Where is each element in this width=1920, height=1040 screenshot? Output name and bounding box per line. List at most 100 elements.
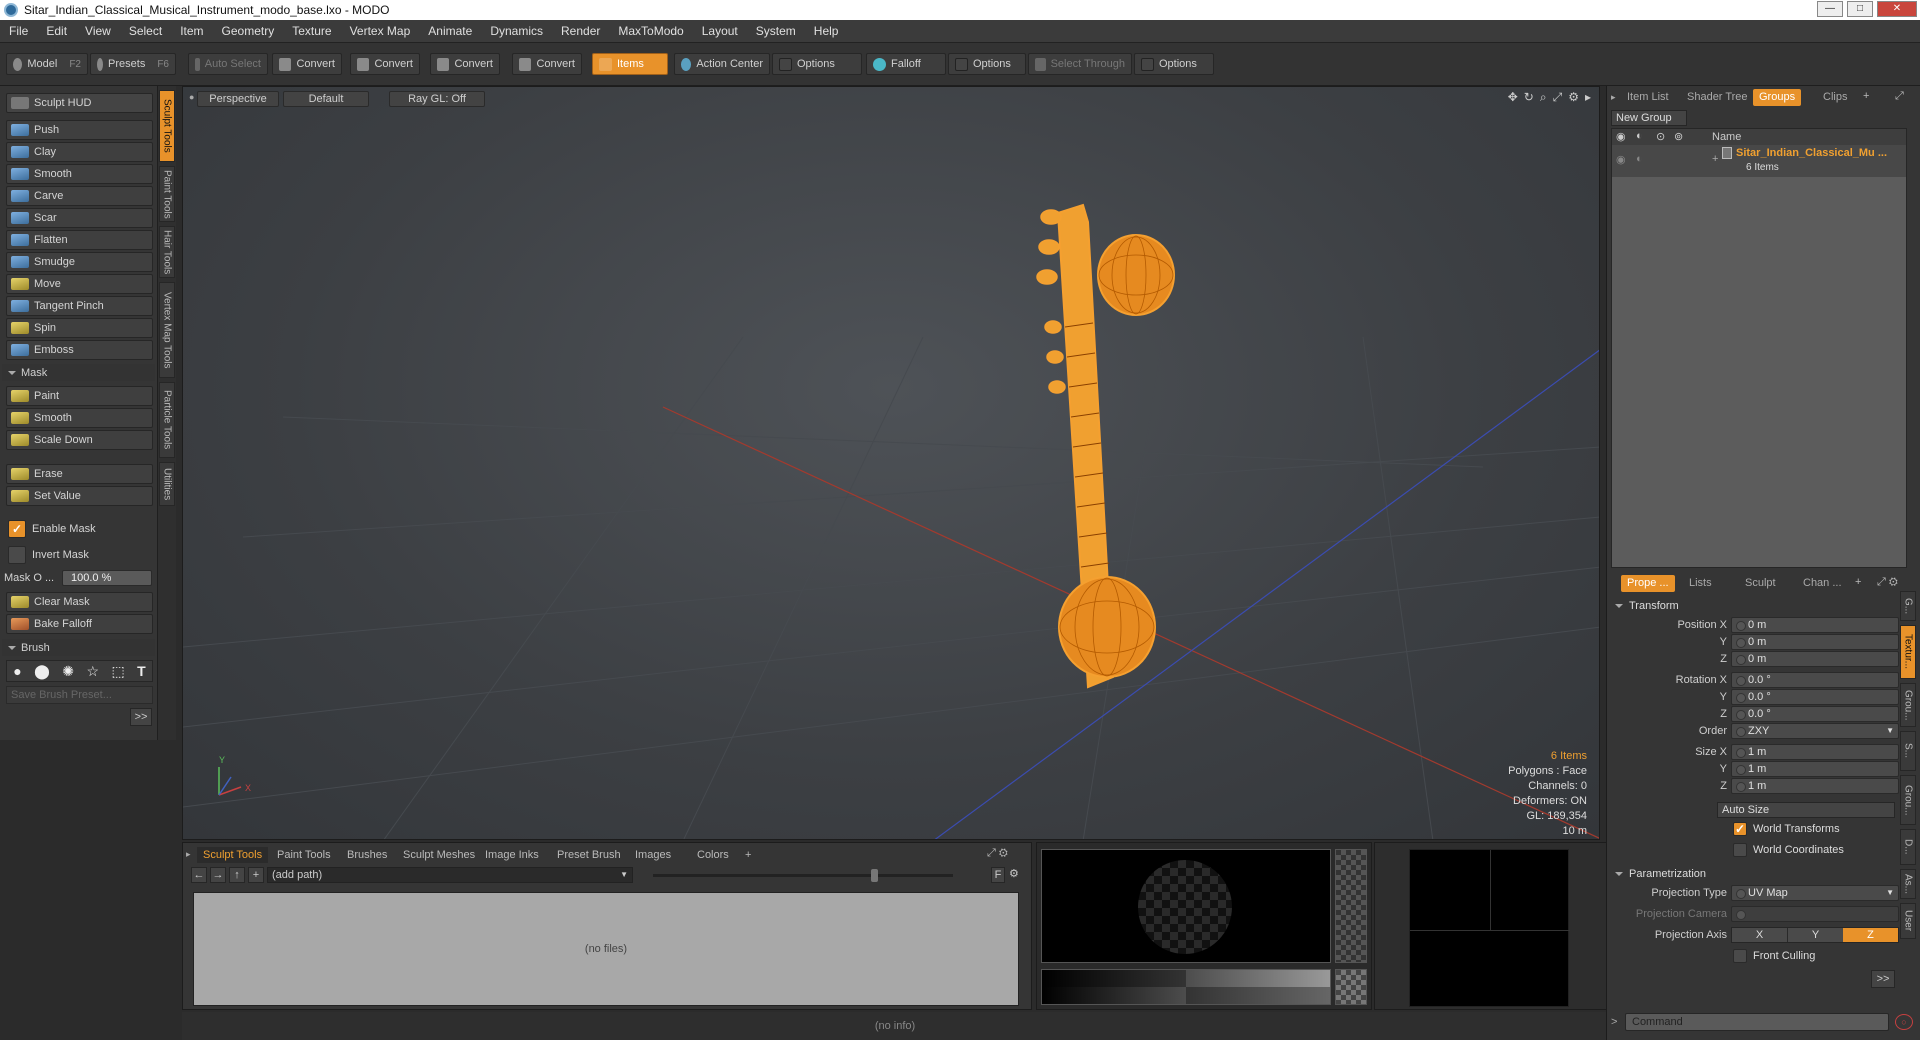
tab-utilities[interactable]: Utilities [159, 462, 175, 506]
mask-opacity-field[interactable]: 100.0 % [62, 570, 152, 586]
tab-brushes[interactable]: Brushes [341, 847, 393, 863]
projection-axis-x[interactable]: X [1732, 928, 1787, 942]
lock-icon[interactable]: ⊙ [1656, 130, 1665, 143]
side-tab-s[interactable]: S... [1900, 731, 1916, 771]
browser-gear-icon[interactable]: ⚙ [1009, 867, 1019, 880]
panel-menu-icon[interactable]: ▸ [186, 849, 191, 860]
tab-sculpt-tools[interactable]: Sculpt Tools [197, 847, 269, 863]
size-z-field[interactable]: 1 m [1731, 778, 1899, 794]
tool-scar-button[interactable]: Scar [6, 208, 153, 228]
clear-mask-button[interactable]: Clear Mask [6, 592, 153, 612]
menu-select[interactable]: Select [120, 24, 171, 38]
brush-section-header[interactable]: Brush [2, 639, 155, 656]
auto-select-button[interactable]: Auto Select [188, 53, 268, 75]
panel-settings-icon[interactable]: ⤢ ⚙ [987, 847, 1008, 860]
tab-sculpt-meshes[interactable]: Sculpt Meshes [397, 847, 481, 863]
erase-button[interactable]: Erase [6, 464, 153, 484]
mask-section-header[interactable]: Mask [2, 364, 155, 381]
menu-render[interactable]: Render [552, 24, 609, 38]
tool-emboss-button[interactable]: Emboss [6, 340, 153, 360]
model-mode-button[interactable]: Model F2 [6, 53, 88, 75]
3d-viewport[interactable]: ● Perspective Default Ray GL: Off ✥ ↻ ⌕ … [182, 86, 1600, 840]
render-icon[interactable]: ◐ [1636, 130, 1643, 142]
menu-item[interactable]: Item [171, 24, 212, 38]
menu-animate[interactable]: Animate [419, 24, 481, 38]
tool-clay-button[interactable]: Clay [6, 142, 153, 162]
side-tab-user[interactable]: User [1900, 903, 1916, 939]
action-center-options-button[interactable]: Options [772, 53, 862, 75]
add-tab-icon[interactable]: + [739, 847, 757, 863]
tool-smooth-button[interactable]: Smooth [6, 164, 153, 184]
panel-menu-icon[interactable]: ▸ [1611, 92, 1616, 103]
panel-settings-icon[interactable]: ⤢ ⚙ [1877, 576, 1898, 589]
presets-button[interactable]: Presets F6 [90, 53, 176, 75]
convert-edges-button[interactable]: Convert [350, 53, 420, 75]
tab-item-list[interactable]: Item List [1621, 89, 1675, 106]
bake-falloff-button[interactable]: Bake Falloff [6, 614, 153, 634]
size-x-field[interactable]: 1 m [1731, 744, 1899, 760]
convert-polygons-button[interactable]: Convert [430, 53, 500, 75]
falloff-options-button[interactable]: Options [948, 53, 1026, 75]
side-tab-d[interactable]: D... [1900, 829, 1916, 865]
menu-system[interactable]: System [747, 24, 805, 38]
projection-axis-z[interactable]: Z [1843, 928, 1898, 942]
tab-lists[interactable]: Lists [1683, 575, 1718, 592]
falloff-button[interactable]: Falloff [866, 53, 946, 75]
menu-view[interactable]: View [76, 24, 120, 38]
projection-axis-y[interactable]: Y [1787, 928, 1843, 942]
visibility-eye-icon[interactable]: ◉ [1616, 130, 1626, 143]
tab-hair-tools[interactable]: Hair Tools [159, 226, 175, 278]
menu-geometry[interactable]: Geometry [213, 24, 284, 38]
maximize-button[interactable]: □ [1847, 1, 1873, 17]
minimize-button[interactable]: — [1817, 1, 1843, 17]
menu-layout[interactable]: Layout [693, 24, 747, 38]
parametrization-section-header[interactable]: Parametrization [1611, 866, 1911, 882]
save-brush-preset-button[interactable]: Save Brush Preset... [6, 686, 153, 704]
position-z-field[interactable]: 0 m [1731, 651, 1899, 667]
tab-shader-tree[interactable]: Shader Tree [1681, 89, 1754, 106]
order-dropdown[interactable]: ZXY ▼ [1731, 723, 1899, 739]
menu-maxtomodo[interactable]: MaxToModo [609, 24, 692, 38]
tab-image-inks[interactable]: Image Inks [479, 847, 545, 863]
tab-clips[interactable]: Clips [1817, 89, 1853, 106]
tab-particle-tools[interactable]: Particle Tools [159, 382, 175, 458]
tool-carve-button[interactable]: Carve [6, 186, 153, 206]
tab-vertex-map-tools[interactable]: Vertex Map Tools [159, 282, 175, 378]
projection-camera-dropdown[interactable] [1731, 906, 1899, 922]
back-arrow-icon[interactable]: ← [191, 867, 207, 883]
splat-brush-icon[interactable]: ✺ [62, 663, 74, 680]
transform-section-header[interactable]: Transform [1611, 598, 1911, 614]
tool-move-button[interactable]: Move [6, 274, 153, 294]
group-row[interactable]: ◉ ◐ + Sitar_Indian_Classical_Mu ... 6 It… [1612, 145, 1906, 177]
add-tab-icon[interactable]: + [1863, 90, 1869, 102]
command-history-icon[interactable]: ○ [1895, 1014, 1913, 1030]
enable-mask-checkbox[interactable]: ✓ [8, 520, 26, 538]
tool-flatten-button[interactable]: Flatten [6, 230, 153, 250]
star-brush-icon[interactable]: ☆ [86, 663, 99, 680]
convert-vertices-button[interactable]: Convert [272, 53, 342, 75]
thumbnail-size-slider[interactable] [653, 869, 953, 882]
menu-texture[interactable]: Texture [283, 24, 340, 38]
world-transforms-checkbox[interactable]: ✓ [1733, 822, 1747, 836]
tab-channels[interactable]: Chan ... [1797, 575, 1848, 592]
side-tab-group[interactable]: Grou... [1900, 683, 1916, 727]
invert-mask-checkbox[interactable] [8, 546, 26, 564]
expand-button[interactable]: >> [130, 708, 152, 726]
add-path-icon[interactable]: + [248, 867, 264, 883]
auto-size-button[interactable]: Auto Size [1717, 802, 1895, 818]
tab-properties[interactable]: Prope ... [1621, 575, 1675, 592]
tool-spin-button[interactable]: Spin [6, 318, 153, 338]
filter-button[interactable]: F [991, 867, 1005, 883]
file-browser-area[interactable]: (no files) [193, 892, 1019, 1006]
tab-colors[interactable]: Colors [691, 847, 735, 863]
row-render-icon[interactable]: ◐ [1636, 153, 1643, 165]
side-tab-g[interactable]: G... [1900, 591, 1916, 621]
add-tab-icon[interactable]: + [1855, 576, 1861, 588]
tab-paint-tools[interactable]: Paint Tools [159, 166, 175, 222]
row-visibility-icon[interactable]: ◉ [1616, 153, 1626, 166]
tab-paint-tools[interactable]: Paint Tools [271, 847, 337, 863]
side-tab-texture[interactable]: Textur... [1900, 625, 1916, 679]
mask-smooth-button[interactable]: Smooth [6, 408, 153, 428]
select-options-button[interactable]: Options [1134, 53, 1214, 75]
sculpt-hud-button[interactable]: Sculpt HUD [6, 93, 153, 113]
